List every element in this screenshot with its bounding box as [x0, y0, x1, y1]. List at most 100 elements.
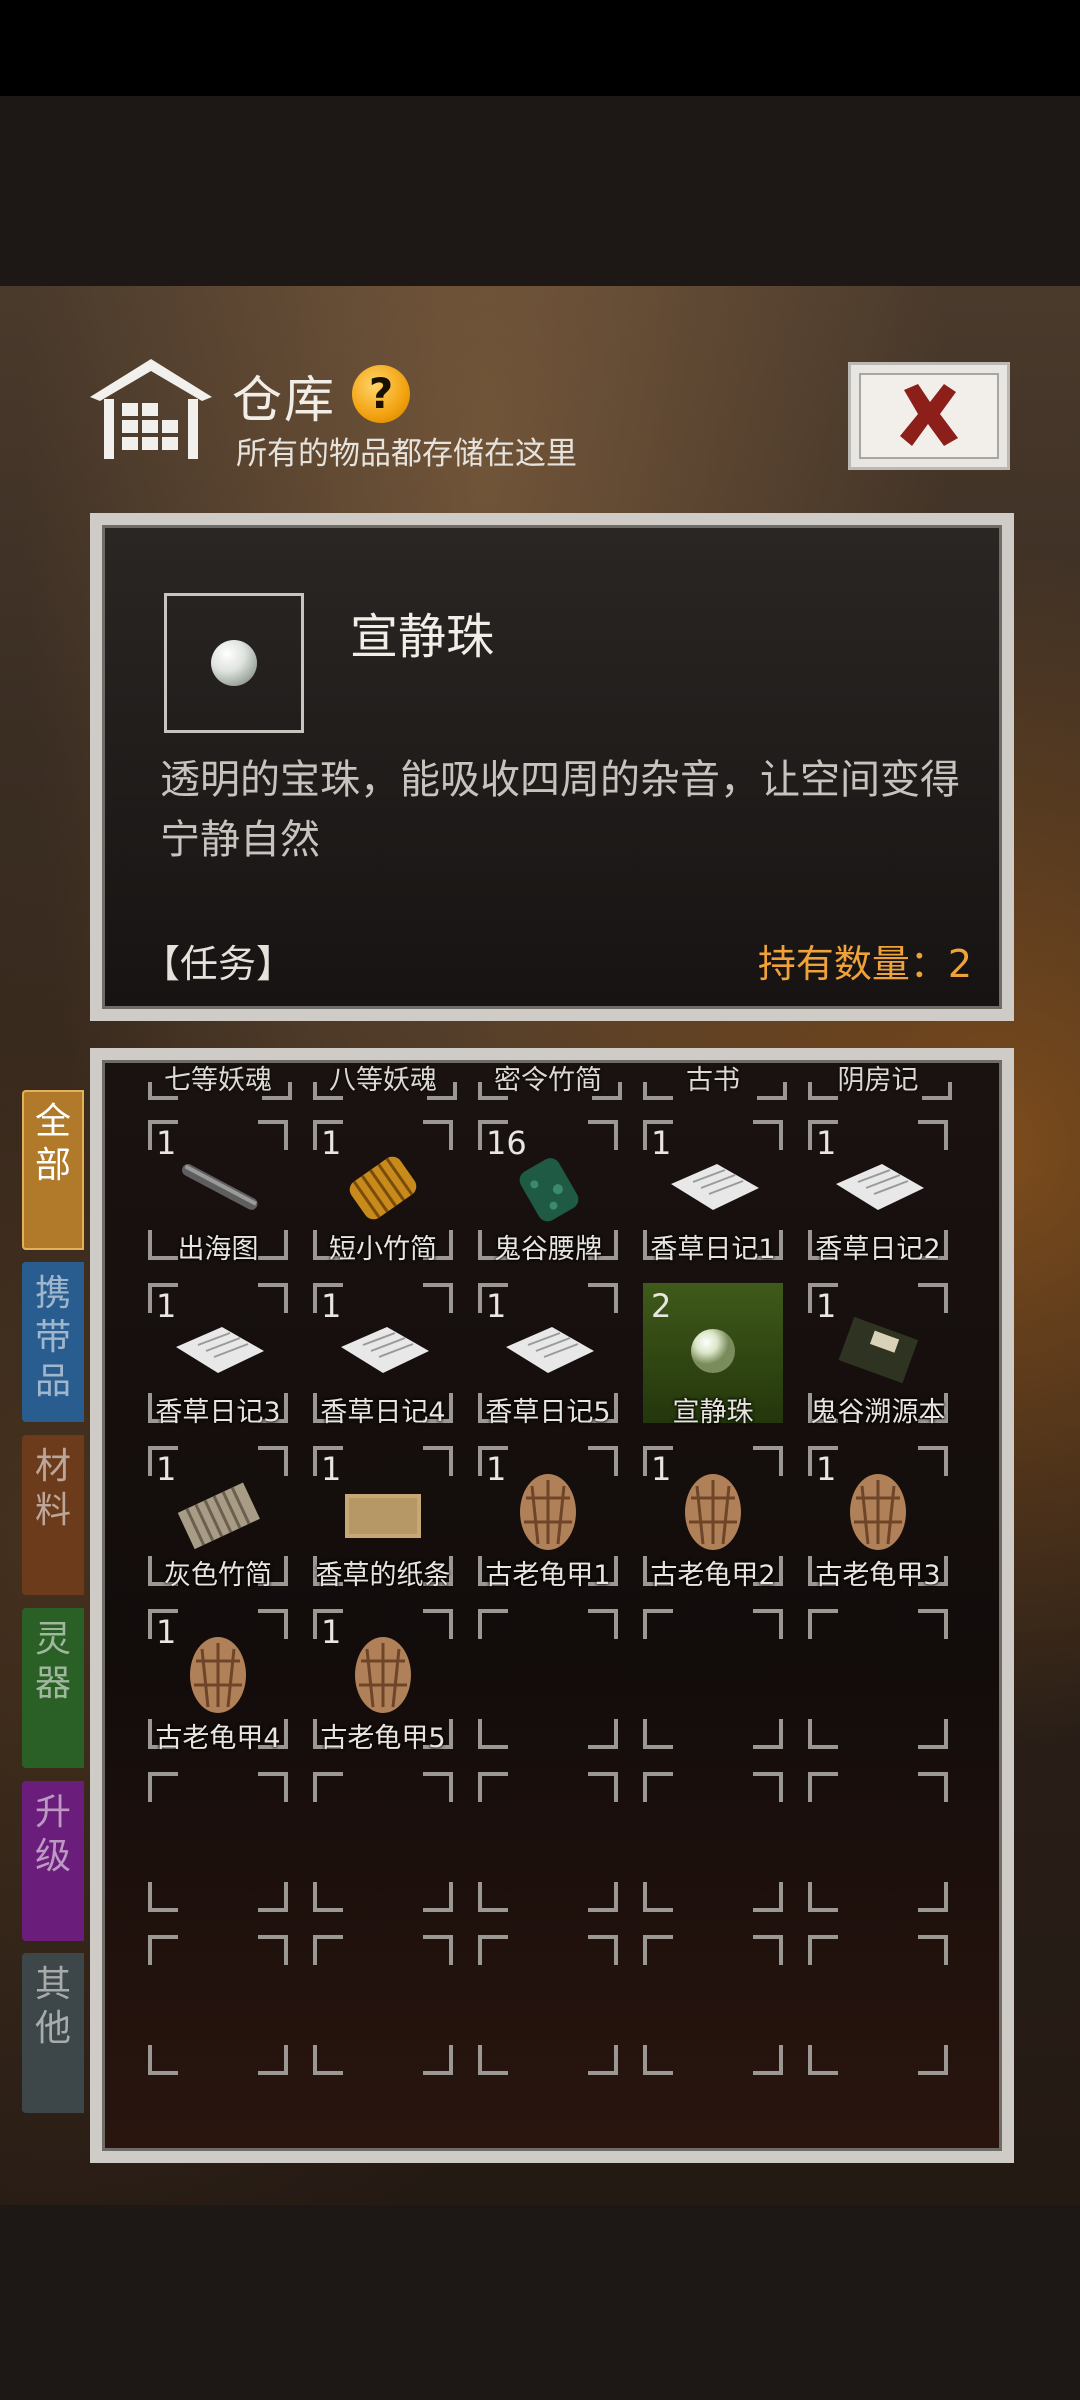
empty-inventory-slot[interactable] — [148, 1935, 288, 2075]
slot-corner — [258, 1283, 288, 1313]
empty-inventory-slot[interactable] — [478, 1935, 618, 2075]
item-label: 香草日记3 — [155, 1397, 281, 1428]
turtle-shell-icon — [663, 1474, 763, 1554]
empty-inventory-slot[interactable] — [478, 1609, 618, 1749]
empty-inventory-slot[interactable] — [643, 1935, 783, 2075]
inventory-slot[interactable]: 1 古老龟甲4 — [148, 1609, 288, 1754]
empty-inventory-slot[interactable] — [313, 1772, 453, 1912]
tab-3[interactable]: 灵器 — [22, 1608, 84, 1768]
inventory-slot[interactable]: 1 香草日记5 — [478, 1283, 618, 1428]
slot-corner — [643, 1082, 673, 1100]
empty-inventory-slot[interactable] — [808, 1772, 948, 1912]
item-label: 香草的纸条 — [315, 1560, 451, 1591]
inventory-slot[interactable]: 1 出海图 — [148, 1120, 288, 1265]
slot-corner — [148, 1772, 178, 1802]
item-count: 持有数量：2 — [757, 942, 972, 986]
book-icon — [828, 1311, 928, 1391]
item-label: 灰色竹简 — [164, 1560, 272, 1591]
slot-corner — [643, 2045, 673, 2075]
slot-corner — [423, 1609, 453, 1639]
tab-5[interactable]: 其他 — [22, 1953, 84, 2113]
inventory-grid-panel[interactable]: 七等妖魂 八等妖魂 密令竹简 古书 阴房记 1 出海图 1 短小竹简 16 鬼谷腰牌 1 香草日记1 1 香… — [90, 1048, 1014, 2163]
slot-corner — [753, 1935, 783, 1965]
slot-corner — [808, 1719, 838, 1749]
pearl-icon — [663, 1311, 763, 1391]
inventory-slot[interactable]: 1 短小竹简 — [313, 1120, 453, 1265]
slot-corner — [922, 1082, 952, 1100]
inventory-slot[interactable]: 1 古老龟甲5 — [313, 1609, 453, 1754]
inventory-slot[interactable]: 2 宣静珠 — [643, 1283, 783, 1428]
close-button[interactable] — [848, 362, 1010, 470]
tab-2[interactable]: 材料 — [22, 1435, 84, 1595]
slot-corner — [588, 1882, 618, 1912]
item-quantity: 16 — [486, 1124, 527, 1162]
slot-corner — [808, 2045, 838, 2075]
tab-0[interactable]: 全部 — [22, 1090, 84, 1250]
item-label: 鬼谷腰牌 — [494, 1234, 602, 1265]
slot-corner — [918, 1935, 948, 1965]
item-quantity: 1 — [486, 1287, 507, 1325]
inventory-slot[interactable]: 1 鬼谷溯源本 — [808, 1283, 948, 1428]
slot-corner — [313, 1935, 343, 1965]
slot-corner — [313, 1772, 343, 1802]
paper-note-icon — [168, 1311, 268, 1391]
item-quantity: 1 — [156, 1124, 177, 1162]
item-label: 短小竹简 — [329, 1234, 437, 1265]
slot-corner — [313, 1882, 343, 1912]
item-quantity: 1 — [321, 1613, 342, 1651]
item-category-tag: 【任务】 — [142, 942, 295, 986]
inventory-slot[interactable]: 1 香草日记3 — [148, 1283, 288, 1428]
inventory-slot[interactable]: 1 香草日记1 — [643, 1120, 783, 1265]
inventory-slot[interactable]: 1 香草日记2 — [808, 1120, 948, 1265]
slot-corner — [427, 1082, 457, 1100]
empty-inventory-slot[interactable] — [643, 1772, 783, 1912]
slot-corner — [918, 1882, 948, 1912]
slot-corner — [808, 1772, 838, 1802]
empty-inventory-slot[interactable] — [148, 1772, 288, 1912]
slot-corner — [643, 1935, 673, 1965]
slot-corner — [753, 1120, 783, 1150]
slot-corner — [753, 1446, 783, 1476]
slot-corner — [258, 1446, 288, 1476]
warehouse-icon — [90, 359, 212, 459]
inventory-slot[interactable]: 1 灰色竹简 — [148, 1446, 288, 1591]
tab-4[interactable]: 升级 — [22, 1781, 84, 1941]
item-label: 古老龟甲2 — [650, 1560, 776, 1591]
turtle-shell-icon — [828, 1474, 928, 1554]
item-quantity: 1 — [816, 1450, 837, 1488]
item-label: 香草日记2 — [815, 1234, 941, 1265]
tab-1[interactable]: 携带品 — [22, 1262, 84, 1422]
top-band — [0, 96, 1080, 286]
inventory-slot[interactable]: 1 香草的纸条 — [313, 1446, 453, 1591]
inventory-slot[interactable]: 1 古老龟甲3 — [808, 1446, 948, 1591]
empty-inventory-slot[interactable] — [808, 1609, 948, 1749]
slot-corner — [148, 1882, 178, 1912]
empty-inventory-slot[interactable] — [808, 1935, 948, 2075]
inventory-slot[interactable]: 16 鬼谷腰牌 — [478, 1120, 618, 1265]
pearl-icon — [211, 640, 257, 686]
inventory-slot[interactable]: 1 古老龟甲1 — [478, 1446, 618, 1591]
bottom-band — [0, 2205, 1080, 2400]
empty-inventory-slot[interactable] — [643, 1609, 783, 1749]
slot-corner — [478, 1935, 508, 1965]
item-quantity: 1 — [321, 1287, 342, 1325]
empty-inventory-slot[interactable] — [478, 1772, 618, 1912]
slot-corner — [918, 1609, 948, 1639]
slot-corner — [478, 2045, 508, 2075]
paper-note-icon — [498, 1311, 598, 1391]
help-icon[interactable]: ? — [352, 365, 410, 423]
slot-corner — [313, 1082, 343, 1100]
inventory-slot[interactable]: 1 香草日记4 — [313, 1283, 453, 1428]
slot-corner — [918, 1719, 948, 1749]
item-quantity: 1 — [816, 1287, 837, 1325]
slot-corner — [423, 1882, 453, 1912]
empty-inventory-slot[interactable] — [313, 1935, 453, 2075]
item-quantity: 1 — [486, 1450, 507, 1488]
slot-corner — [148, 2045, 178, 2075]
slot-corner — [423, 1446, 453, 1476]
inventory-slot[interactable]: 1 古老龟甲2 — [643, 1446, 783, 1591]
item-quantity: 1 — [156, 1450, 177, 1488]
slot-corner — [918, 1120, 948, 1150]
close-x-icon — [900, 384, 958, 446]
item-description: 透明的宝珠，能吸收四周的杂音，让空间变得宁静自然 — [160, 757, 960, 863]
